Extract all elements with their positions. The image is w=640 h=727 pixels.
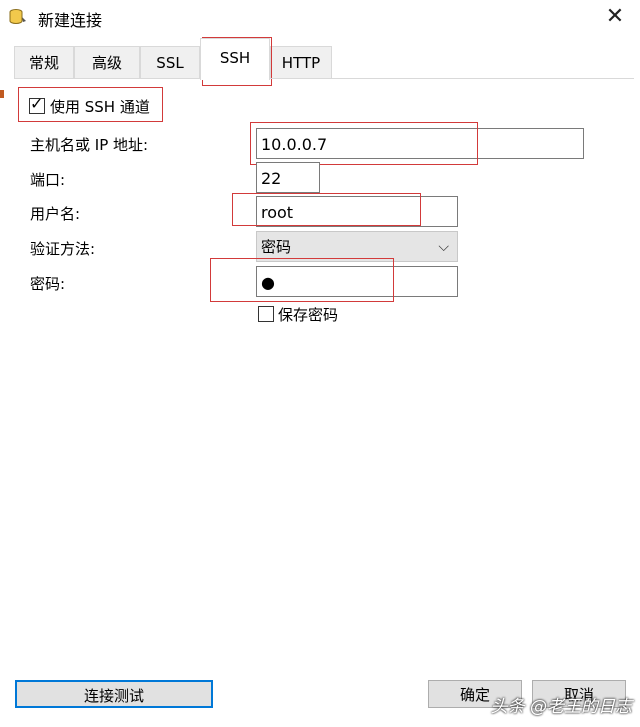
auth-method-label: 验证方法: <box>30 240 96 258</box>
auth-method-value: 密码 <box>261 238 292 256</box>
window-title: 新建连接 <box>38 11 103 30</box>
title-bar: 新建连接 ✕ <box>0 0 640 34</box>
database-connection-icon <box>9 9 26 24</box>
use-ssh-tunnel-label: 使用 SSH 通道 <box>50 98 150 116</box>
window-edge-artifact <box>0 90 4 98</box>
auth-method-select[interactable]: 密码 ⌵ <box>256 231 458 262</box>
save-password-checkbox[interactable] <box>258 306 274 322</box>
username-label: 用户名: <box>30 205 81 223</box>
save-password-label: 保存密码 <box>278 306 339 324</box>
tab-bar: 常规 高级 SSL SSH HTTP <box>14 38 634 80</box>
host-label: 主机名或 IP 地址: <box>30 136 149 154</box>
tab-advanced[interactable]: 高级 <box>74 46 140 79</box>
tab-http[interactable]: HTTP <box>270 46 332 79</box>
host-input[interactable]: 10.0.0.7 <box>256 128 584 159</box>
tab-ssh[interactable]: SSH <box>200 38 270 80</box>
watermark-text: 头条 @老王的日志 <box>490 697 632 717</box>
ssh-panel <box>14 78 634 669</box>
tab-ssl[interactable]: SSL <box>140 46 200 79</box>
port-input[interactable]: 22 <box>256 162 320 193</box>
checkmark-icon: ✓ <box>30 94 44 113</box>
username-input[interactable]: root <box>256 196 458 227</box>
chevron-down-icon: ⌵ <box>438 239 449 255</box>
password-input[interactable]: ● <box>256 266 458 297</box>
test-connection-button[interactable]: 连接测试 <box>15 680 213 708</box>
close-icon[interactable]: ✕ <box>600 4 630 30</box>
password-label: 密码: <box>30 275 66 293</box>
tab-general[interactable]: 常规 <box>14 46 74 79</box>
use-ssh-tunnel-checkbox[interactable]: ✓ <box>29 94 45 114</box>
port-label: 端口: <box>30 171 66 189</box>
